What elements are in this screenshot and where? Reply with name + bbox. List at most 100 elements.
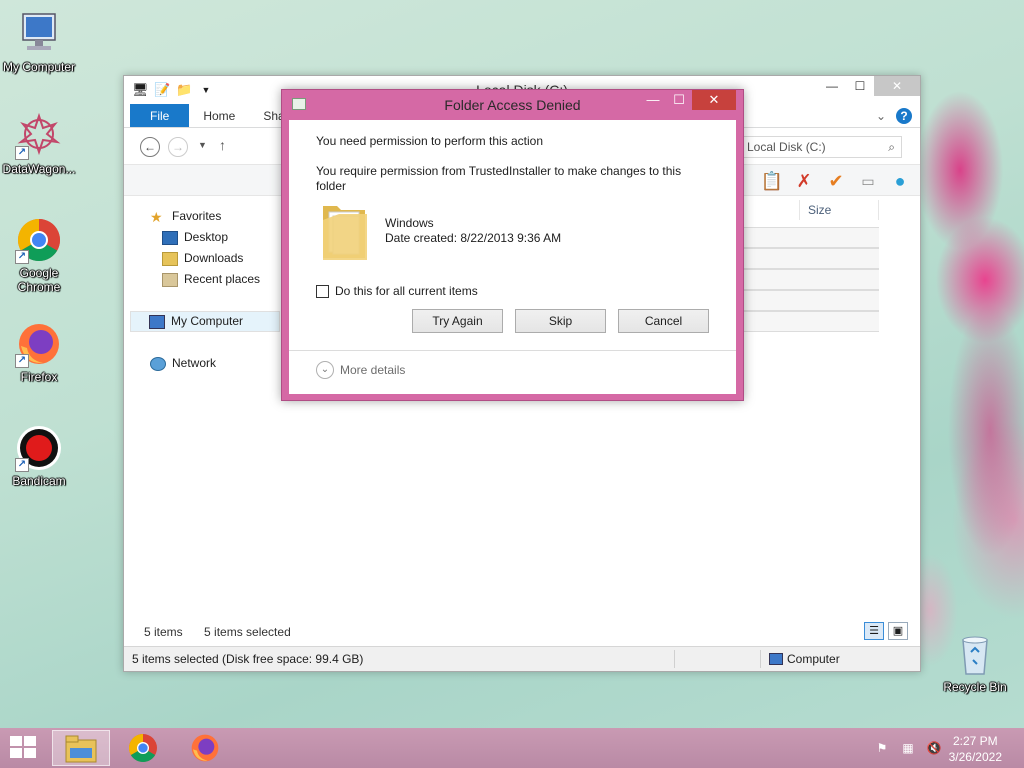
shortcut-arrow-icon: ↗ <box>15 146 29 160</box>
ribbon-right-controls: ⌄ ? <box>876 108 912 124</box>
status-bar-text: 5 items selected (Disk free space: 99.4 … <box>132 652 364 666</box>
firefox-icon <box>191 734 219 762</box>
status-bar-location-label: Computer <box>787 652 840 666</box>
table-row[interactable] <box>744 290 879 311</box>
network-tray-icon[interactable]: ▦ <box>900 740 916 756</box>
nav-item-label: Desktop <box>184 230 229 244</box>
more-details-label: More details <box>340 363 406 377</box>
table-row[interactable] <box>744 227 879 248</box>
star-icon: ★ <box>150 208 163 225</box>
rename-icon[interactable]: ▭ <box>856 169 880 193</box>
computer-small-icon <box>769 653 783 665</box>
recent-places-icon <box>162 272 178 287</box>
firefox-icon: ↗ <box>15 320 63 368</box>
shortcut-arrow-icon: ↗ <box>15 250 29 264</box>
status-bar: 5 items selected (Disk free space: 99.4 … <box>124 646 920 671</box>
recent-locations-icon[interactable]: ▼ <box>198 140 207 150</box>
downloads-folder-icon <box>162 251 178 266</box>
expand-ribbon-icon[interactable]: ⌄ <box>876 109 886 123</box>
desktop-icon-datawagon[interactable]: ↗ DataWagon... <box>0 112 78 176</box>
checkmark-icon[interactable]: ✔ <box>824 169 848 193</box>
taskbar-chrome[interactable] <box>114 730 172 766</box>
up-arrow-icon[interactable]: ↑ <box>219 137 226 153</box>
chrome-icon <box>128 734 157 763</box>
table-row[interactable] <box>744 248 879 269</box>
desktop-icon-my-computer[interactable]: My Computer <box>0 10 78 74</box>
taskbar: ⚑ ▦ 🔇 2:27 PM 3/26/2022 <box>0 728 1024 768</box>
nav-item-desktop[interactable]: Desktop <box>132 227 280 248</box>
shortcut-arrow-icon: ↗ <box>15 354 29 368</box>
cancel-button[interactable]: Cancel <box>618 309 709 333</box>
skip-button[interactable]: Skip <box>515 309 606 333</box>
apply-to-all-checkbox-row[interactable]: Do this for all current items <box>316 284 478 298</box>
system-tray: ⚑ ▦ 🔇 <box>874 740 942 756</box>
folder-name: Windows <box>385 216 434 230</box>
desktop-folder-icon <box>162 230 178 245</box>
desktop-icon-google-chrome[interactable]: ↗ Google Chrome <box>0 216 78 294</box>
globe-icon[interactable]: ● <box>888 169 912 193</box>
navigation-pane: ★ Favorites Desktop Downloads Recent pla… <box>130 206 280 374</box>
desktop-icon-recycle-bin[interactable]: Recycle Bin <box>936 630 1014 694</box>
computer-icon <box>15 10 63 58</box>
folder-date-created: Date created: 8/22/2013 9:36 AM <box>385 231 562 245</box>
dialog-close-button[interactable]: ✕ <box>692 90 736 110</box>
nav-item-network[interactable]: Network <box>132 353 280 374</box>
desktop-icon-bandicam[interactable]: ↗ Bandicam <box>0 424 78 488</box>
tab-file[interactable]: File <box>130 104 190 127</box>
item-count: 5 items <box>144 625 183 639</box>
dialog-maximize-button[interactable]: ☐ <box>666 90 692 110</box>
tab-home[interactable]: Home <box>189 104 249 127</box>
item-count-bar: 5 items 5 items selected <box>144 625 309 639</box>
datawagon-icon: ↗ <box>15 112 63 160</box>
large-icons-view-icon[interactable]: ▣ <box>888 622 908 640</box>
nav-item-my-computer[interactable]: My Computer <box>130 311 280 332</box>
nav-item-downloads[interactable]: Downloads <box>132 248 280 269</box>
window-controls: — ☐ ✕ <box>818 76 920 96</box>
dialog-minimize-button[interactable]: — <box>640 90 666 110</box>
desktop-icon-label: Google Chrome <box>17 266 61 294</box>
nav-item-label: Favorites <box>172 209 222 223</box>
forward-button[interactable]: → <box>168 137 188 157</box>
action-center-flag-icon[interactable]: ⚑ <box>874 740 890 756</box>
nav-item-label: Downloads <box>184 251 244 265</box>
taskbar-firefox[interactable] <box>176 730 234 766</box>
nav-item-label: Network <box>172 356 217 370</box>
nav-item-favorites[interactable]: ★ Favorites <box>132 206 280 227</box>
view-toggle: ☰ ▣ <box>864 622 908 640</box>
toolbar-icons: 📋 ✗ ✔ ▭ ● <box>760 169 912 193</box>
search-input[interactable]: Local Disk (C:) ⌕ <box>742 136 902 158</box>
taskbar-file-explorer[interactable] <box>52 730 110 766</box>
table-row[interactable] <box>744 269 879 290</box>
network-icon <box>150 356 166 371</box>
minimize-button[interactable]: — <box>818 76 846 96</box>
close-button[interactable]: ✕ <box>874 76 920 96</box>
start-button[interactable] <box>10 736 38 760</box>
computer-small-icon <box>149 314 165 329</box>
desktop-icon-label: Firefox <box>20 370 58 384</box>
bandicam-icon: ↗ <box>15 424 63 472</box>
delete-x-icon[interactable]: ✗ <box>792 169 816 193</box>
clipboard-icon[interactable]: 📋 <box>760 169 784 193</box>
details-view-icon[interactable]: ☰ <box>864 622 884 640</box>
nav-item-label: My Computer <box>171 314 244 328</box>
folder-icon <box>319 196 371 262</box>
taskbar-clock[interactable]: 2:27 PM 3/26/2022 <box>949 733 1002 765</box>
file-rows <box>744 227 879 332</box>
maximize-button[interactable]: ☐ <box>846 76 874 96</box>
chevron-down-icon: ⌄ <box>316 361 334 379</box>
nav-item-recent-places[interactable]: Recent places <box>132 269 280 290</box>
try-again-button[interactable]: Try Again <box>412 309 503 333</box>
desktop-icon-label: Recycle Bin <box>943 680 1007 694</box>
dialog-window-controls: — ☐ ✕ <box>640 90 736 110</box>
folder-access-denied-dialog: Folder Access Denied — ☐ ✕ You need perm… <box>281 89 744 401</box>
chrome-icon: ↗ <box>15 216 63 264</box>
shortcut-arrow-icon: ↗ <box>15 458 29 472</box>
desktop-icon-firefox[interactable]: ↗ Firefox <box>0 320 78 384</box>
volume-muted-icon[interactable]: 🔇 <box>926 740 942 756</box>
back-button[interactable]: ← <box>140 137 160 157</box>
more-details-toggle[interactable]: ⌄ More details <box>316 361 405 379</box>
table-row[interactable] <box>744 311 879 332</box>
help-icon[interactable]: ? <box>896 108 912 124</box>
column-header-size[interactable]: Size <box>799 200 879 220</box>
apply-to-all-checkbox[interactable] <box>316 284 329 298</box>
